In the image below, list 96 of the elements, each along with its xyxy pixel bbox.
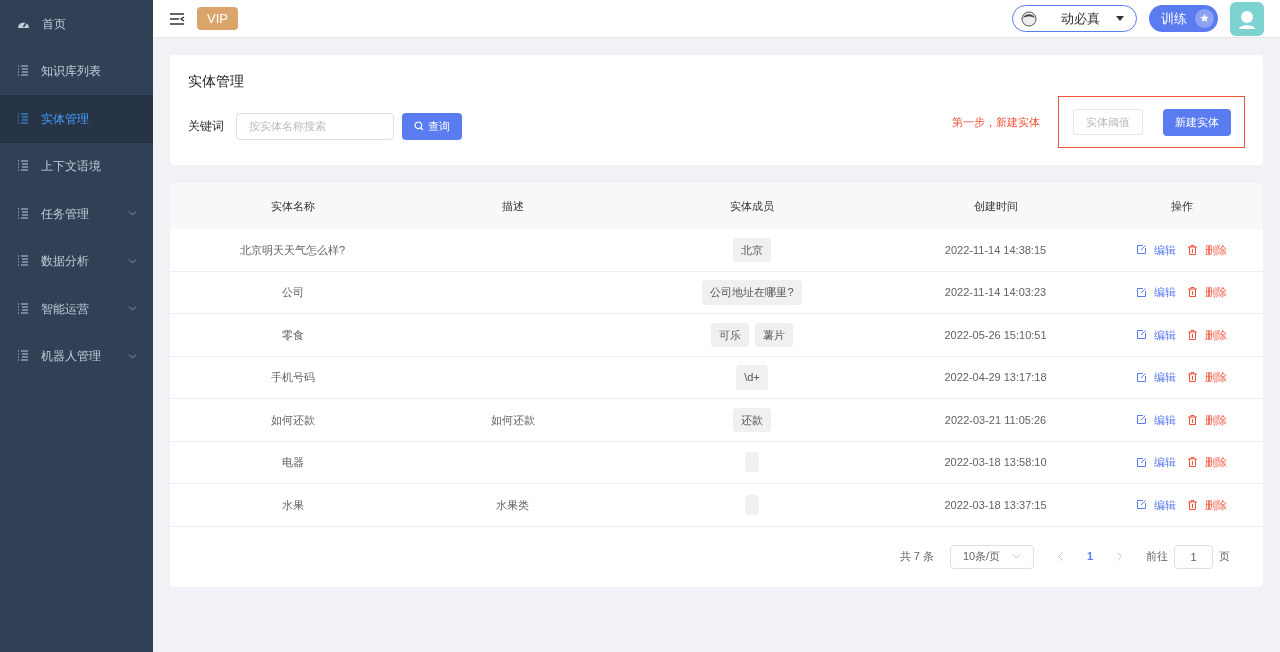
member-tag: 可乐 [711,322,749,347]
edit-icon [1137,372,1146,382]
table-cell: 水果 [281,498,304,511]
hint-text: 第一步，新建实体 [952,114,1040,130]
sidebar-item[interactable]: 上下文语境 [0,142,153,190]
delete-link[interactable]: 删除 [1188,454,1227,471]
table-cell: 如何还款 [490,413,535,426]
page-suffix: 页 [1219,549,1230,565]
list-icon [17,350,29,363]
edit-link[interactable]: 编辑 [1137,496,1176,513]
sidebar-item[interactable]: 智能运营 [0,285,153,333]
column-header: 实体名称 [269,198,316,214]
edit-icon [1137,500,1146,510]
table-cell: 2022-04-29 13:17:18 [944,371,1047,383]
trash-icon [1188,287,1197,298]
train-button[interactable]: 训练 [1149,5,1218,32]
table-cell: 2022-03-21 11:05:26 [944,413,1047,426]
menu-fold-icon[interactable] [169,11,185,26]
chevron-down-icon [128,353,137,359]
table-cell: 电器 [281,456,304,468]
delete-link[interactable]: 删除 [1188,326,1227,343]
column-header: 创建时间 [972,198,1019,214]
edit-link[interactable]: 编辑 [1137,454,1176,471]
user-avatar-icon [1021,10,1037,27]
trash-icon [1188,372,1197,383]
delete-link[interactable]: 删除 [1188,241,1227,258]
table-cell: 2022-05-26 15:10:51 [944,328,1047,341]
edit-link[interactable]: 编辑 [1137,241,1176,258]
table-cell: 2022-11-14 14:38:15 [944,243,1047,256]
list-icon [17,112,29,125]
table-cell: 2022-11-14 14:03:23 [944,286,1047,298]
trash-icon [1188,329,1197,340]
goto-label: 前往 [1146,549,1168,565]
caret-icon [1116,16,1124,21]
sidebar-item[interactable]: 知识库列表 [0,47,153,95]
list-icon [17,302,29,315]
edit-link[interactable]: 编辑 [1137,369,1176,386]
search-icon [414,121,424,131]
edit-link[interactable]: 编辑 [1137,326,1176,343]
table-cell: 手机号码 [270,371,315,383]
trash-icon [1188,499,1197,510]
trash-icon [1188,414,1197,425]
trash-icon [1188,244,1197,255]
chevron-down-icon [128,258,137,264]
list-icon [17,255,29,268]
delete-link[interactable]: 删除 [1188,369,1227,386]
sidebar-item[interactable]: 数据分析 [0,237,153,285]
keyword-label: 关键词 [188,118,224,135]
edit-link[interactable]: 编辑 [1137,284,1176,301]
edit-link[interactable]: 编辑 [1137,411,1176,428]
column-header: 操作 [1170,198,1194,214]
member-tag: 还款 [733,407,771,432]
page-input[interactable]: 1 [1174,544,1213,569]
list-icon [17,207,29,220]
delete-link[interactable]: 删除 [1188,284,1227,301]
member-tag: 公司地址在哪里? [702,280,802,305]
member-tag: 薯片 [755,322,793,347]
edit-icon [1137,245,1146,255]
new-entity-button[interactable]: 新建实体 [1162,108,1231,136]
sidebar-item[interactable]: 实体管理 [0,95,153,143]
next-page-icon[interactable] [1117,552,1122,561]
total-count: 共 7 条 [899,549,934,565]
query-button[interactable]: 查询 [402,112,462,140]
table-cell: 水果类 [496,498,529,511]
avatar-icon[interactable] [1230,1,1264,36]
prev-page-icon[interactable] [1057,552,1063,561]
page-size-select[interactable]: 10条/页 [949,544,1034,569]
table-cell: 北京明天天气怎么样? [239,243,346,256]
table-cell: 零食 [281,328,304,341]
member-tag: \d+ [736,365,768,390]
edit-icon [1137,415,1146,425]
chevron-down-icon [128,211,137,217]
edit-icon [1137,457,1146,467]
sidebar-item[interactable]: 机器人管理 [0,332,153,380]
delete-link[interactable]: 删除 [1188,496,1227,513]
search-field[interactable]: 按实体名称搜索 [236,112,394,140]
page-number[interactable]: 1 [1086,548,1093,565]
column-header: 描述 [500,198,525,214]
trash-icon [1188,457,1197,468]
vip-badge: VIP [197,6,238,31]
member-tag: 北京 [733,237,771,262]
table-cell: 如何还款 [270,413,315,426]
edit-icon [1137,287,1146,297]
column-header: 实体成员 [729,198,775,214]
table-cell: 2022-03-18 13:37:15 [944,498,1047,511]
page-title: 实体管理 [188,72,245,91]
table-cell: 公司 [281,286,304,298]
chevron-down-icon [128,306,137,312]
edit-icon [1137,330,1146,340]
sidebar-item[interactable]: 任务管理 [0,190,153,238]
delete-link[interactable]: 删除 [1188,411,1227,428]
sidebar-item[interactable]: 首页 [0,0,153,48]
list-icon [17,65,29,78]
table-cell: 2022-03-18 13:58:10 [944,456,1047,468]
chevron-down-icon [1011,554,1021,559]
list-icon [17,160,29,173]
